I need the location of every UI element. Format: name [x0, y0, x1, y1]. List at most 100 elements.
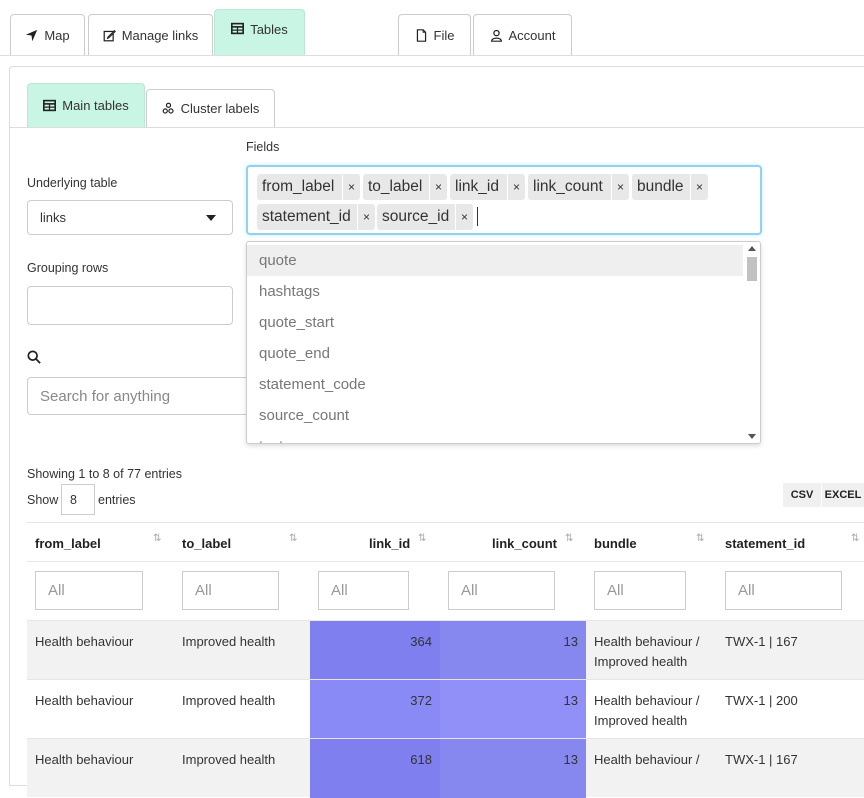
table-header: from_label ⇅ to_label ⇅ link_id ⇅ link_c… [27, 522, 864, 562]
cell-link-count: 13 [440, 739, 586, 798]
table-row[interactable]: Health behaviour Improved health 364 13 … [27, 620, 864, 680]
sort-icon[interactable]: ⇅ [851, 533, 859, 544]
cell-bundle: Health behaviour / Improved health [594, 621, 719, 680]
remove-chip-icon[interactable]: × [342, 174, 360, 200]
chip-label: link_id [455, 178, 499, 195]
cell-to-label: Improved health [182, 693, 276, 708]
filter-placeholder: All [461, 582, 478, 599]
dropdown-option[interactable]: quote_end [247, 338, 744, 369]
table-icon [231, 22, 245, 35]
col-header-link-count[interactable]: link_count [492, 523, 557, 563]
cell-link-id: 372 [310, 680, 440, 739]
sort-icon[interactable]: ⇅ [418, 533, 426, 544]
cell-from-label: Health behaviour [35, 634, 134, 649]
dropdown-option[interactable]: text [247, 431, 744, 443]
dropdown-option[interactable]: statement_code [247, 369, 744, 400]
tab-account[interactable]: Account [473, 14, 572, 55]
cell-statement-id: TWX-1 | 167 [725, 634, 798, 649]
underlying-table-label: Underlying table [27, 176, 118, 190]
tab-main-tables-label: Main tables [62, 98, 129, 113]
cell-from-label: Health behaviour [35, 693, 134, 708]
col-header-statement-id[interactable]: statement_id [725, 523, 805, 563]
sub-nav [10, 127, 864, 128]
cell-to-label: Improved health [182, 752, 276, 767]
sort-icon[interactable]: ⇅ [696, 533, 704, 544]
dropdown-option[interactable]: quote_start [247, 307, 744, 338]
table-row[interactable]: Health behaviour Improved health 372 13 … [27, 679, 864, 739]
underlying-table-select[interactable]: links [27, 200, 233, 235]
remove-chip-icon[interactable]: × [455, 204, 473, 230]
scroll-down-icon[interactable] [748, 434, 756, 439]
scroll-up-icon[interactable] [748, 246, 756, 251]
sort-icon[interactable]: ⇅ [565, 533, 573, 544]
tab-file[interactable]: File [398, 14, 471, 55]
search-icon [27, 350, 41, 364]
tab-cluster-labels-label: Cluster labels [180, 101, 260, 116]
fields-select[interactable]: from_label × to_label × link_id × link_coun… [246, 165, 762, 235]
tab-account-label: Account [508, 27, 556, 43]
page-length-input[interactable]: 8 [61, 484, 95, 515]
top-nav: Map Manage links Tables File Account [0, 0, 864, 56]
cluster-icon [162, 102, 174, 114]
col-header-from-label[interactable]: from_label [35, 523, 101, 563]
filter-to-label[interactable]: All [182, 571, 279, 610]
fields-label: Fields [246, 140, 280, 154]
chip-label: statement_id [262, 208, 351, 225]
fields-dropdown: quote hashtags quote_start quote_end sta… [246, 241, 761, 444]
sort-icon[interactable]: ⇅ [289, 533, 297, 544]
tab-map[interactable]: Map [10, 14, 85, 55]
filter-placeholder: All [195, 582, 212, 599]
bundle-line: Health behaviour / [594, 634, 700, 649]
tab-main-tables[interactable]: Main tables [27, 83, 145, 127]
filter-from-label[interactable]: All [35, 571, 143, 610]
remove-chip-icon[interactable]: × [507, 174, 525, 200]
field-chip: source_id × [377, 204, 473, 230]
cell-link-id: 618 [310, 739, 440, 798]
search-input[interactable]: Search for anything [27, 377, 257, 415]
tab-tables[interactable]: Tables [214, 9, 305, 55]
chip-label: source_id [382, 208, 450, 225]
dropdown-option[interactable]: quote [247, 245, 744, 276]
grouping-rows-label: Grouping rows [27, 261, 109, 275]
remove-chip-icon[interactable]: × [611, 174, 629, 200]
grouping-rows-input[interactable] [27, 286, 233, 325]
tab-file-label: File [433, 27, 455, 43]
sort-icon[interactable]: ⇅ [153, 533, 161, 544]
file-icon [416, 28, 426, 42]
col-header-bundle[interactable]: bundle [594, 523, 637, 563]
field-chip: link_count × [528, 174, 629, 200]
filter-statement-id[interactable]: All [725, 571, 842, 610]
dropdown-option[interactable]: hashtags [247, 276, 744, 307]
filter-link-id[interactable]: All [318, 571, 409, 610]
remove-chip-icon[interactable]: × [357, 204, 375, 230]
bundle-line: Improved health [594, 713, 688, 728]
cell-bundle: Health behaviour / Improved health [594, 680, 719, 739]
tab-tables-label: Tables [250, 22, 288, 37]
csv-button[interactable]: CSV [783, 483, 821, 507]
filter-placeholder: All [48, 582, 65, 599]
cell-link-count: 13 [440, 621, 586, 680]
scroll-thumb[interactable] [747, 257, 757, 281]
tab-manage-links[interactable]: Manage links [88, 14, 213, 55]
remove-chip-icon[interactable]: × [690, 174, 708, 200]
filter-link-count[interactable]: All [448, 571, 555, 610]
user-icon [490, 29, 502, 42]
col-header-to-label[interactable]: to_label [182, 523, 231, 563]
dropdown-option[interactable]: source_count [247, 400, 744, 431]
filter-placeholder: All [738, 582, 755, 599]
excel-button[interactable]: EXCEL [822, 483, 864, 507]
dropdown-scrollbar[interactable] [743, 242, 760, 443]
underlying-table-value: links [40, 210, 67, 225]
cell-bundle: Health behaviour / [594, 739, 719, 798]
filter-bundle[interactable]: All [594, 571, 686, 610]
cell-to-label: Improved health [182, 634, 276, 649]
col-header-link-id[interactable]: link_id [369, 523, 410, 563]
chip-label: from_label [262, 178, 335, 195]
remove-chip-icon[interactable]: × [429, 174, 447, 200]
filter-placeholder: All [331, 582, 348, 599]
bundle-line: Health behaviour / [594, 752, 700, 767]
tab-cluster-labels[interactable]: Cluster labels [146, 89, 275, 127]
field-chip: to_label × [363, 174, 447, 200]
location-arrow-icon [26, 29, 38, 41]
chip-label: bundle [637, 178, 684, 195]
